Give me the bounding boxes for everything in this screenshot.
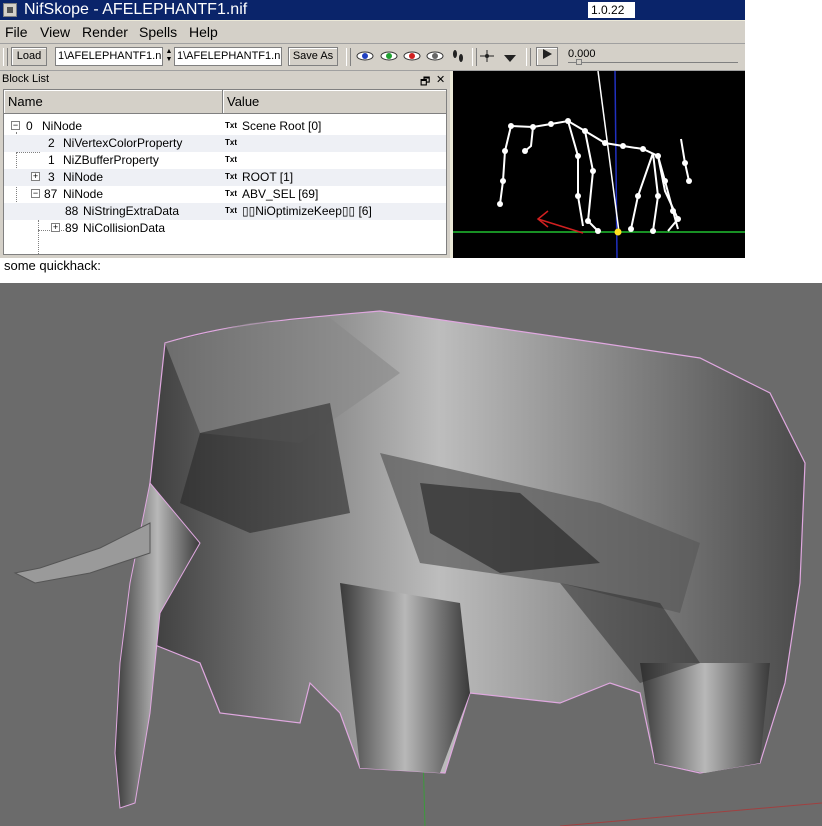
nifskope-window: NifSkope - AFELEPHANTF1.nif 1.0.22 File … <box>0 0 745 258</box>
block-value: ▯▯NiOptimizeKeep▯▯ [6] <box>242 204 372 218</box>
block-name: NiNode <box>63 187 104 201</box>
blue-eye-icon[interactable] <box>356 49 374 63</box>
block-index: 2 <box>48 136 55 150</box>
collapse-icon[interactable]: − <box>31 189 40 198</box>
red-eye-icon[interactable] <box>403 49 421 63</box>
close-icon[interactable]: ✕ <box>436 73 445 86</box>
green-eye-icon[interactable] <box>380 49 398 63</box>
block-index: 88 <box>65 204 79 218</box>
selected-joint <box>614 228 622 236</box>
menu-render[interactable]: Render <box>82 24 128 40</box>
txt-icon: Txt <box>225 121 237 130</box>
block-tree: Name Value − 0 NiNode Txt Scene Root [0]… <box>3 89 447 255</box>
toolbar-grip[interactable] <box>472 48 477 66</box>
block-index: 0 <box>26 119 33 133</box>
toolbar: Load 1\AFELEPHANTF1.nif ▲ ▼ 1\AFELEPHANTF… <box>0 44 745 71</box>
time-slider-handle[interactable] <box>576 59 582 65</box>
caption-text: some quickhack: <box>4 258 101 273</box>
expand-icon[interactable]: + <box>51 223 60 232</box>
block-name: NiStringExtraData <box>83 204 180 218</box>
expand-icon[interactable]: + <box>31 172 40 181</box>
save-as-button[interactable]: Save As <box>288 47 338 66</box>
block-name: NiVertexColorProperty <box>63 136 183 150</box>
txt-icon: Txt <box>225 206 237 215</box>
version-label: 1.0.22 <box>588 2 635 18</box>
title-bar: NifSkope - AFELEPHANTF1.nif 1.0.22 <box>0 0 745 20</box>
txt-icon: Txt <box>225 155 237 164</box>
gray-eye-icon[interactable] <box>426 49 444 63</box>
elephant-skeleton <box>499 119 690 232</box>
tree-row[interactable]: 88 NiStringExtraData Txt ▯▯NiOptimizeKee… <box>4 203 446 220</box>
block-name: NiNode <box>63 170 104 184</box>
play-icon <box>543 49 552 59</box>
load-button[interactable]: Load <box>11 47 47 66</box>
app-icon <box>3 3 17 17</box>
axes-icon[interactable] <box>478 49 496 63</box>
play-button[interactable] <box>536 47 558 66</box>
collapse-icon[interactable]: − <box>11 121 20 130</box>
save-path-field[interactable]: 1\AFELEPHANTF1.nif <box>174 47 282 66</box>
block-value: ROOT [1] <box>242 170 294 184</box>
tree-row[interactable]: 1 NiZBufferProperty Txt <box>4 152 446 169</box>
window-title: NifSkope - AFELEPHANTF1.nif <box>24 1 248 18</box>
menu-help[interactable]: Help <box>189 24 218 40</box>
block-list-title: Block List <box>2 73 50 85</box>
txt-icon: Txt <box>225 172 237 181</box>
block-name: NiNode <box>42 119 83 133</box>
tree-row[interactable]: + 89 NiCollisionData <box>4 220 446 237</box>
block-value: Scene Root [0] <box>242 119 322 133</box>
block-index: 1 <box>48 153 55 167</box>
block-name: NiZBufferProperty <box>63 153 159 167</box>
toolbar-grip[interactable] <box>3 48 8 66</box>
block-index: 87 <box>44 187 58 201</box>
dropdown-arrow-icon[interactable] <box>501 51 519 65</box>
tree-row[interactable]: 2 NiVertexColorProperty Txt <box>4 135 446 152</box>
menu-bar: File View Render Spells Help <box>0 21 745 44</box>
block-name: NiCollisionData <box>83 221 166 235</box>
toolbar-grip[interactable] <box>526 48 531 66</box>
transform-gizmo <box>536 210 584 234</box>
block-index: 89 <box>65 221 79 235</box>
menu-file[interactable]: File <box>5 24 28 40</box>
menu-spells[interactable]: Spells <box>139 24 177 40</box>
elephant-render <box>0 283 822 826</box>
spin-arrows-icon[interactable]: ▲ ▼ <box>165 48 173 65</box>
footprints-icon[interactable] <box>449 49 467 63</box>
time-slider-track[interactable] <box>568 62 738 63</box>
tree-row[interactable]: − 0 NiNode Txt Scene Root [0] <box>4 118 446 135</box>
toolbar-grip[interactable] <box>346 48 351 66</box>
block-index: 3 <box>48 170 55 184</box>
txt-icon: Txt <box>225 189 237 198</box>
block-list-panel: Block List 🗗 ✕ Name Value − 0 NiNode Txt… <box>0 71 450 258</box>
elephant-model <box>13 310 806 809</box>
menu-view[interactable]: View <box>40 24 70 40</box>
tree-row[interactable]: − 87 NiNode Txt ABV_SEL [69] <box>4 186 446 203</box>
skeleton-viewport[interactable] <box>453 71 745 258</box>
block-value: ABV_SEL [69] <box>242 187 319 201</box>
column-header-value[interactable]: Value <box>223 90 446 114</box>
tree-row[interactable]: + 3 NiNode Txt ROOT [1] <box>4 169 446 186</box>
load-path-field[interactable]: 1\AFELEPHANTF1.nif <box>55 47 163 66</box>
red-axis-line <box>559 802 822 826</box>
txt-icon: Txt <box>225 138 237 147</box>
column-header-name[interactable]: Name <box>4 90 223 114</box>
